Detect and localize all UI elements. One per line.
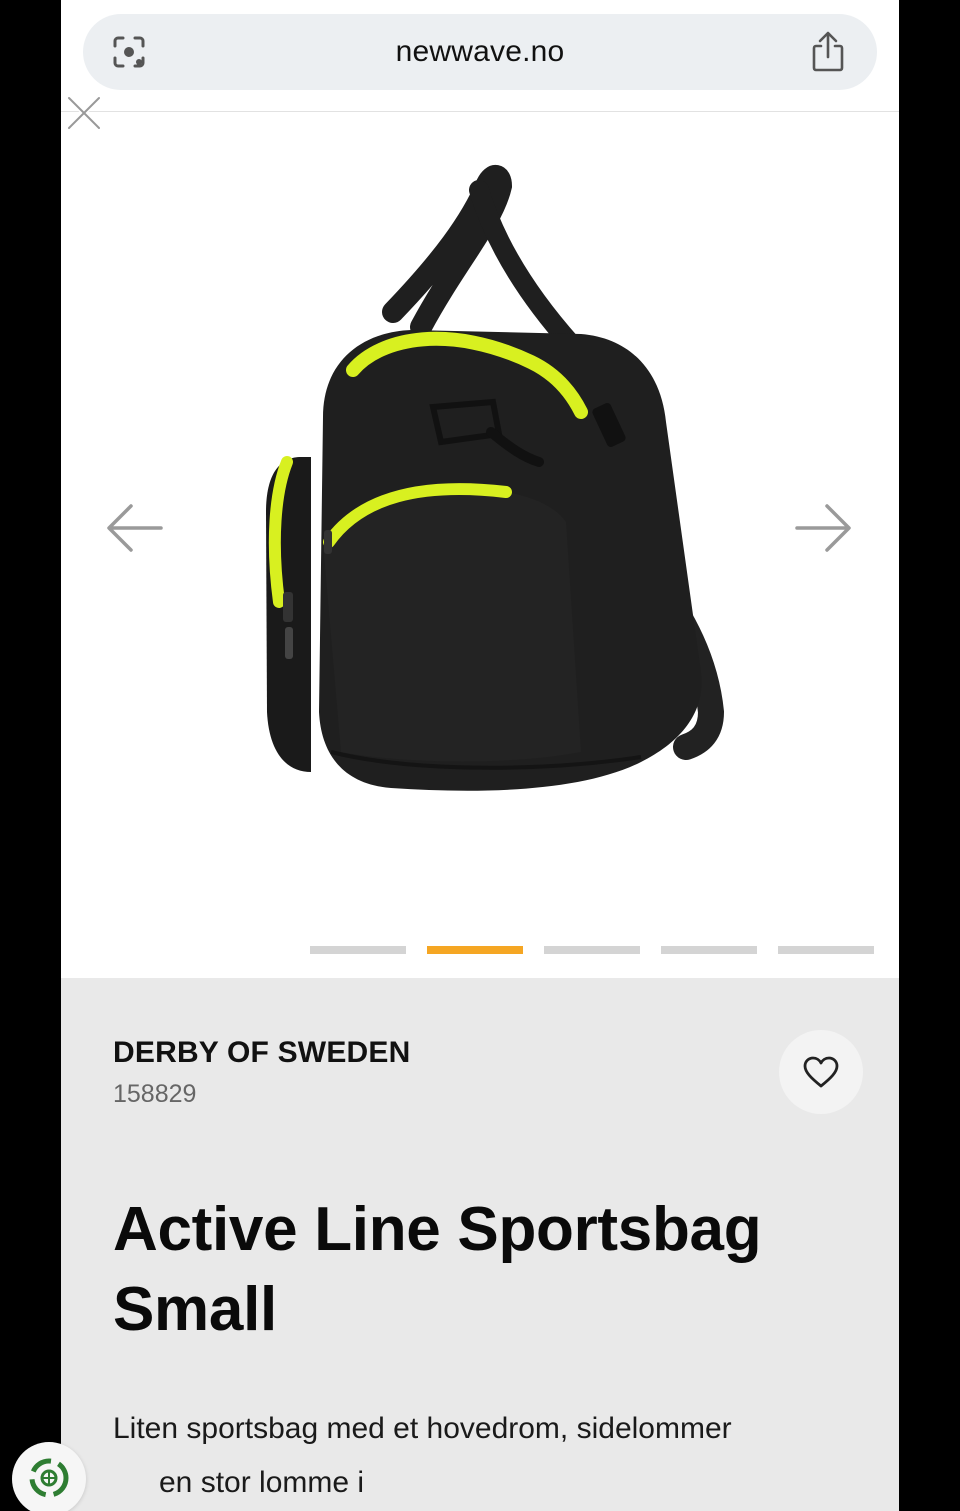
product-sku: 158829 [113,1080,197,1108]
favorite-button[interactable] [779,1030,863,1114]
browser-frame: newwave.no DERBY OF SWEDEN 158829 Active… [61,0,899,1511]
url-text[interactable]: newwave.no [83,14,877,90]
address-bar[interactable]: newwave.no [83,14,877,90]
recycle-icon [29,1458,69,1498]
carousel-dot[interactable] [310,946,406,954]
product-info-panel: DERBY OF SWEDEN 158829 Active Line Sport… [61,978,899,1511]
description-line-1: Liten sportsbag med et hovedrom, sidelom… [113,1412,732,1445]
carousel-indicators [310,946,874,956]
browser-toolbar: newwave.no [61,0,899,112]
share-icon[interactable] [807,30,849,74]
arrow-right-icon[interactable] [793,502,853,554]
carousel-dot[interactable] [661,946,757,954]
product-title: Active Line Sportsbag Small [113,1195,762,1344]
arrow-left-icon[interactable] [105,502,165,554]
carousel-dot[interactable] [544,946,640,954]
product-image[interactable] [61,112,899,932]
product-description: Liten sportsbag med et hovedrom, sidelom… [113,1402,873,1510]
description-line-2: en stor lomme i [159,1466,365,1499]
heart-icon [803,1056,839,1088]
recycle-badge[interactable] [12,1442,86,1511]
carousel-dot[interactable] [778,946,874,954]
carousel-dot-active[interactable] [427,946,523,954]
bag-illustration [266,165,725,791]
brand-name[interactable]: DERBY OF SWEDEN [113,1036,410,1070]
